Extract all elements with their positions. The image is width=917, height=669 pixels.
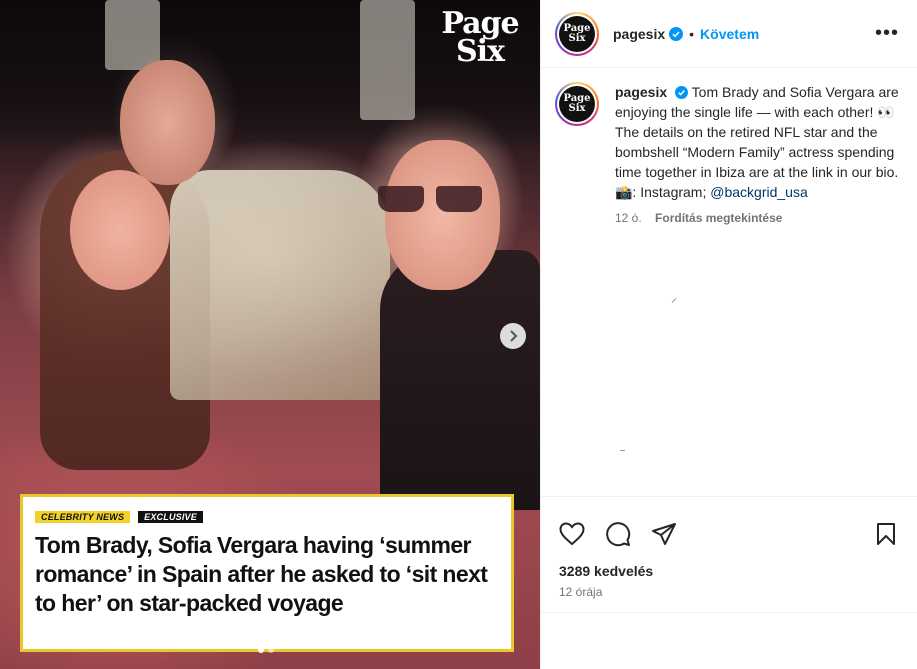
tag-exclusive: EXCLUSIVE (138, 511, 203, 523)
divider (541, 612, 917, 613)
caption-username[interactable]: pagesix (615, 84, 667, 100)
dark-shirt (380, 250, 540, 510)
caption-body: Tom Brady and Sofia Vergara are enjoying… (615, 84, 899, 200)
caption-text: pagesix Tom Brady and Sofia Vergara are … (615, 82, 903, 228)
carousel-next-button[interactable] (500, 323, 526, 349)
more-horizontal-icon[interactable]: ••• (875, 23, 899, 43)
post-media[interactable]: Page Six CELEBRITY NEWS EXCLUSIVE Tom Br… (0, 0, 540, 669)
carousel-dot-1 (258, 647, 264, 653)
headline-text: Tom Brady, Sofia Vergara having ‘summer … (35, 532, 488, 616)
post-timestamp: 12 órája (559, 585, 603, 599)
mention-link[interactable]: @backgrid_usa (710, 184, 808, 200)
avatar-line-2: Six (568, 32, 586, 44)
post-header: Page Six pagesix • Követem ••• (541, 0, 917, 68)
headline-card: CELEBRITY NEWS EXCLUSIVE Tom Brady, Sofi… (20, 494, 514, 652)
bookmark-icon (877, 523, 895, 545)
share-icon (652, 523, 676, 545)
umbrella-right (360, 0, 415, 120)
header-username[interactable]: pagesix (613, 26, 665, 42)
comment-icon (606, 522, 631, 547)
save-button[interactable] (871, 519, 901, 549)
face-woman (70, 170, 170, 290)
caption-avatar[interactable]: Page Six (555, 82, 599, 126)
avatar-line-1: Page (563, 22, 591, 34)
stray-mark (671, 298, 677, 303)
caption: Page Six pagesix Tom Brady and Sofia Ver… (555, 82, 903, 228)
carousel-dot-2 (268, 647, 274, 653)
translate-link[interactable]: Fordítás megtekintése (655, 211, 782, 225)
post-sidebar: Page Six pagesix • Követem ••• Page Six … (540, 0, 917, 669)
man-shirt (170, 170, 390, 400)
caption-avatar-line-2: Six (568, 103, 586, 114)
carousel-dots (258, 647, 274, 653)
face-man-sunglasses (385, 140, 500, 290)
avatar[interactable]: Page Six (555, 11, 599, 56)
caption-meta: 12 ó. Fordítás megtekintése (615, 208, 903, 228)
logo-line-2: Six (456, 34, 505, 69)
tag-row: CELEBRITY NEWS EXCLUSIVE (35, 511, 497, 523)
caption-age: 12 ó. (615, 211, 642, 225)
chevron-right-icon (510, 330, 518, 342)
share-button[interactable] (649, 519, 679, 549)
follow-button[interactable]: Követem (700, 26, 759, 42)
face-kissing-man (120, 60, 215, 185)
comment-button[interactable] (603, 519, 633, 549)
heart-icon (559, 522, 585, 546)
tag-celebrity-news: CELEBRITY NEWS (35, 511, 131, 523)
action-section: 3289 kedvelés 12 órája (541, 496, 917, 599)
page-six-logo: Page Six (435, 9, 525, 76)
like-count[interactable]: 3289 kedvelés (541, 555, 917, 579)
action-bar (541, 497, 917, 555)
verified-badge-icon (669, 26, 684, 41)
stray-mark (620, 450, 625, 451)
umbrella-left (105, 0, 160, 70)
sunglasses (378, 186, 488, 214)
header-separator: • (689, 25, 695, 42)
verified-badge-icon (675, 86, 689, 99)
like-button[interactable] (557, 519, 587, 549)
